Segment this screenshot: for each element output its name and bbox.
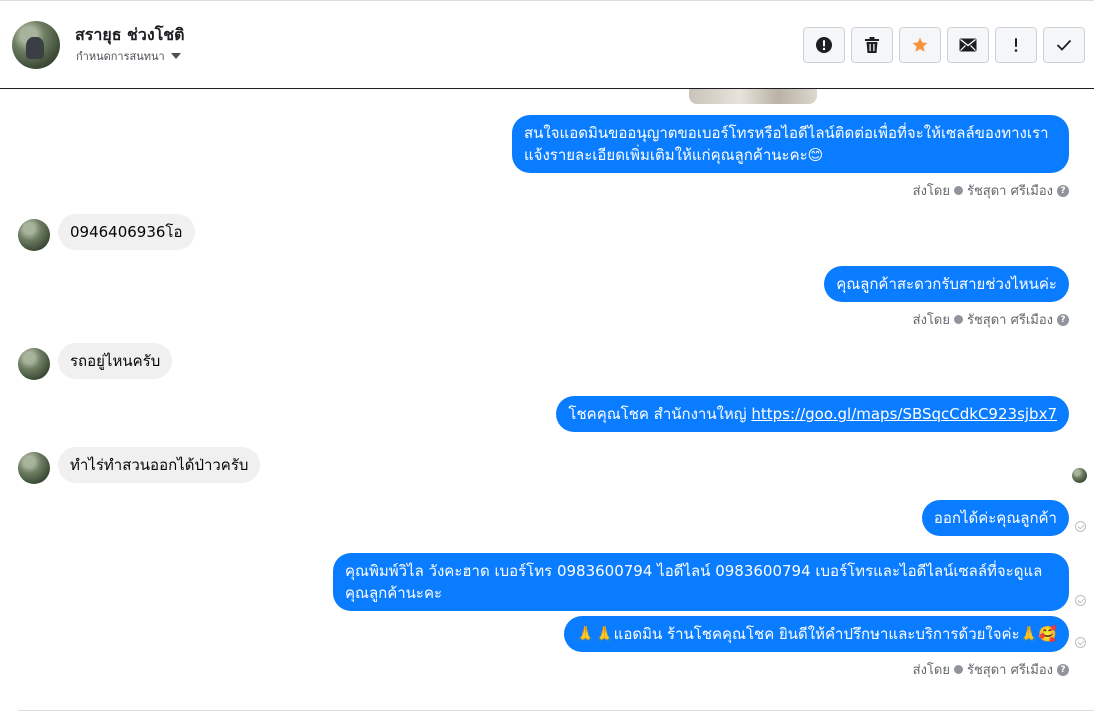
outgoing-message[interactable]: ออกได้ค่ะคุณลูกค้า: [921, 500, 1069, 536]
contact-avatar-small[interactable]: [18, 452, 50, 484]
caret-down-icon: [170, 53, 181, 59]
delivered-check-icon: [1075, 521, 1086, 532]
star-button[interactable]: [899, 27, 941, 63]
contact-avatar-small[interactable]: [18, 219, 50, 251]
help-icon[interactable]: ?: [1057, 313, 1069, 326]
contact-avatar[interactable]: [12, 21, 60, 69]
read-receipt-avatar: [1072, 468, 1087, 483]
incoming-message[interactable]: ทำไร่ทำสวนออกได้ป่าวครับ: [58, 447, 261, 483]
message-text-line: คุณลูกค้านะคะ: [345, 584, 443, 602]
outgoing-message[interactable]: คุณลูกค้าสะดวกรับสายช่วงไหนค่ะ: [824, 266, 1069, 302]
contact-avatar-small[interactable]: [18, 348, 50, 380]
outgoing-message[interactable]: โชคคุณโชค สำนักงานใหญ่ https://goo.gl/ma…: [556, 396, 1069, 432]
exclamation-icon: [1014, 38, 1018, 52]
message-text-line: สนใจแอดมินขออนุญาตขอเบอร์โทรหรือไอดีไลน์…: [524, 124, 1049, 142]
message-thread[interactable]: สนใจแอดมินขออนุญาตขอเบอร์โทรหรือไอดีไลน์…: [0, 89, 1094, 712]
sent-by-prefix: ส่งโดย: [912, 663, 950, 678]
outgoing-message[interactable]: สนใจแอดมินขออนุญาตขอเบอร์โทรหรือไอดีไลน์…: [512, 115, 1069, 173]
assign-conversation-dropdown[interactable]: กำหนดการสนทนา: [76, 47, 181, 65]
shared-photo-attachment[interactable]: [689, 89, 817, 104]
agent-status-icon: [953, 186, 963, 195]
contact-name[interactable]: สรายุธ ช่วงโชติ: [75, 23, 185, 48]
mark-unread-button[interactable]: [947, 27, 989, 63]
sent-by-prefix: ส่งโดย: [912, 313, 950, 328]
sent-by-agent[interactable]: รัชสุดา ศรีเมือง: [967, 180, 1053, 201]
assign-conversation-label: กำหนดการสนทนา: [76, 50, 165, 63]
agent-status-icon: [953, 315, 963, 324]
message-text: โชคคุณโชค สำนักงานใหญ่: [568, 405, 752, 423]
follow-up-button[interactable]: [995, 27, 1037, 63]
composer-divider: [18, 710, 1094, 711]
sent-by-agent[interactable]: รัชสุดา ศรีเมือง: [967, 659, 1053, 680]
mark-done-button[interactable]: [1043, 27, 1085, 63]
maps-link[interactable]: https://goo.gl/maps/SBSqcCdkC923sjbx7: [751, 405, 1057, 423]
help-icon[interactable]: ?: [1057, 663, 1069, 676]
agent-status-icon: [953, 665, 963, 674]
incoming-message[interactable]: 0946406936โอ: [58, 214, 195, 250]
message-text-line: แจ้งรายละเอียดเพิ่มเติมให้แก่คุณลูกค้านะ…: [524, 146, 824, 164]
checkmark-icon: [1056, 39, 1072, 51]
delivered-check-icon: [1075, 637, 1086, 648]
outgoing-message[interactable]: 🙏🙏แอดมิน ร้านโชคคุณโชค ยินดีให้คำปรึกษาแ…: [564, 616, 1069, 652]
message-text-line: คุณพิมพ์วิไล วังคะฮาด เบอร์โทร 098360079…: [345, 562, 1043, 580]
conversation-header: สรายุธ ช่วงโชติ กำหนดการสนทนา: [0, 0, 1094, 89]
sent-by-label: ส่งโดย รัชสุดา ศรีเมือง ?: [913, 309, 1069, 330]
sent-by-label: ส่งโดย รัชสุดา ศรีเมือง ?: [913, 659, 1069, 680]
alert-circle-icon: [816, 37, 832, 53]
sent-by-label: ส่งโดย รัชสุดา ศรีเมือง ?: [913, 180, 1069, 201]
conversation-toolbar: [803, 27, 1085, 63]
help-icon[interactable]: ?: [1057, 184, 1069, 197]
mark-spam-button[interactable]: [803, 27, 845, 63]
star-icon: [912, 37, 928, 52]
envelope-icon: [959, 38, 977, 52]
outgoing-message[interactable]: คุณพิมพ์วิไล วังคะฮาด เบอร์โทร 098360079…: [333, 553, 1069, 611]
delete-button[interactable]: [851, 27, 893, 63]
sent-by-prefix: ส่งโดย: [912, 184, 950, 199]
delivered-check-icon: [1075, 595, 1086, 606]
trash-icon: [865, 37, 879, 53]
sent-by-agent[interactable]: รัชสุดา ศรีเมือง: [967, 309, 1053, 330]
incoming-message[interactable]: รถอยู่ไหนครับ: [58, 343, 173, 379]
